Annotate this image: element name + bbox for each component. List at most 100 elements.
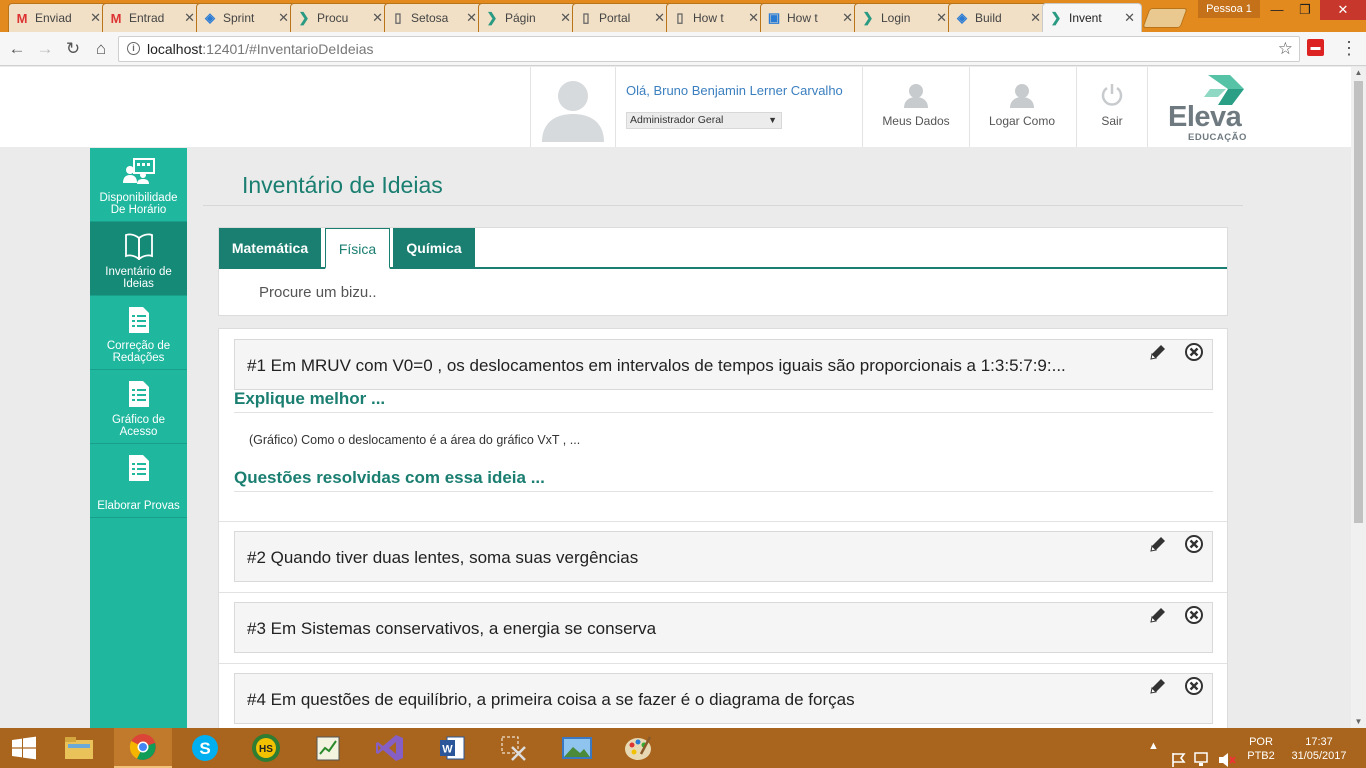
role-select[interactable]: Administrador Geral ▼ xyxy=(626,112,782,129)
close-tab-icon[interactable]: ✕ xyxy=(278,10,289,26)
close-tab-icon[interactable]: ✕ xyxy=(184,10,195,26)
idea-header[interactable]: #3 Em Sistemas conservativos, a energia … xyxy=(234,602,1213,653)
sidebar-item-access-chart[interactable]: Gráfico de Acesso xyxy=(90,370,187,444)
browser-tab[interactable]: M Entrad ✕ xyxy=(102,3,202,32)
folder-icon xyxy=(65,737,93,759)
browser-tab[interactable]: ❯ Login ✕ xyxy=(854,3,954,32)
tab-fisica[interactable]: Física xyxy=(325,228,390,269)
open-book-icon xyxy=(124,233,153,260)
close-tab-icon[interactable]: ✕ xyxy=(372,10,383,26)
chrome-menu-icon[interactable]: ⋮ xyxy=(1340,38,1358,58)
taskbar-app-word[interactable]: W xyxy=(423,728,481,768)
search-input[interactable] xyxy=(219,269,1227,315)
taskbar-app-visual-studio[interactable] xyxy=(361,728,419,768)
header-divider xyxy=(1076,67,1077,147)
show-hidden-icons[interactable]: ▲ xyxy=(1148,740,1159,768)
close-tab-icon[interactable]: ✕ xyxy=(654,10,665,26)
close-tab-icon[interactable]: ✕ xyxy=(560,10,571,26)
logout-button[interactable]: Sair xyxy=(1086,82,1138,128)
tab-matematica[interactable]: Matemática xyxy=(219,228,321,268)
gmail-icon: M xyxy=(16,10,28,26)
maximize-button[interactable]: ❐ xyxy=(1290,0,1320,20)
scroll-down-icon[interactable]: ▼ xyxy=(1351,716,1366,728)
app-header: Olá, Bruno Benjamin Lerner Carvalho Admi… xyxy=(0,67,1351,147)
scrollbar-thumb[interactable] xyxy=(1354,81,1363,523)
svg-text:HS: HS xyxy=(259,744,273,755)
browser-tab-active[interactable]: ❯ Invent ✕ xyxy=(1042,3,1142,32)
taskbar-app-photos[interactable] xyxy=(548,728,606,768)
sidebar-item-ideas-inventory[interactable]: Inventário de Ideias xyxy=(90,222,187,296)
browser-tab[interactable]: ▯ Portal ✕ xyxy=(572,3,672,32)
windows-logo-icon xyxy=(12,736,36,760)
taskbar-app-paint[interactable] xyxy=(609,728,667,768)
profile-button[interactable]: Pessoa 1 xyxy=(1198,0,1260,18)
close-tab-icon[interactable]: ✕ xyxy=(90,10,101,26)
bookmark-star-icon[interactable]: ☆ xyxy=(1278,37,1293,61)
close-tab-icon[interactable]: ✕ xyxy=(748,10,759,26)
close-tab-icon[interactable]: ✕ xyxy=(1030,10,1041,26)
sidebar-item-build-exams[interactable]: Elaborar Provas xyxy=(90,444,187,518)
browser-tab[interactable]: ▯ How t ✕ xyxy=(666,3,766,32)
browser-tab[interactable]: ▯ Setosa ✕ xyxy=(384,3,484,32)
close-tab-icon[interactable]: ✕ xyxy=(936,10,947,26)
remove-circle-icon[interactable] xyxy=(1184,342,1204,362)
idea-header[interactable]: #1 Em MRUV com V0=0 , os deslocamentos e… xyxy=(234,339,1213,390)
action-center-flag-icon[interactable] xyxy=(1170,740,1188,768)
new-tab-button[interactable] xyxy=(1142,8,1188,28)
close-tab-icon[interactable]: ✕ xyxy=(842,10,853,26)
header-divider xyxy=(969,67,970,147)
pencil-icon[interactable] xyxy=(1148,676,1168,696)
paint-palette-icon xyxy=(625,736,652,760)
idea-header[interactable]: #2 Quando tiver duas lentes, soma suas v… xyxy=(234,531,1213,582)
start-button[interactable] xyxy=(0,728,48,768)
back-icon[interactable]: ← xyxy=(5,37,29,61)
visual-studio-icon xyxy=(376,735,403,761)
forward-icon[interactable]: → xyxy=(33,37,57,61)
home-icon[interactable]: ⌂ xyxy=(89,37,113,61)
sidebar-item-availability[interactable]: Disponibilidade De Horário xyxy=(90,148,187,222)
close-tab-icon[interactable]: ✕ xyxy=(1124,10,1135,26)
login-as-button[interactable]: Logar Como xyxy=(978,82,1066,128)
svg-text:S: S xyxy=(199,739,210,758)
browser-tab[interactable]: ▣ How t ✕ xyxy=(760,3,860,32)
address-bar[interactable]: i localhost:12401/#InventarioDeIdeias ☆ xyxy=(118,36,1300,62)
page-icon: ▯ xyxy=(394,10,402,25)
browser-tab[interactable]: ◈ Sprint ✕ xyxy=(196,3,296,32)
minimize-button[interactable]: — xyxy=(1262,0,1292,20)
pencil-icon[interactable] xyxy=(1148,342,1168,362)
sidebar-item-essay-correction[interactable]: Correção de Redações xyxy=(90,296,187,370)
skype-icon: S xyxy=(192,735,218,761)
network-icon[interactable] xyxy=(1194,740,1212,768)
taskbar-app-editor[interactable] xyxy=(299,728,357,768)
input-language[interactable]: POR PTB2 xyxy=(1247,735,1275,768)
chevron-icon: ❯ xyxy=(486,10,498,25)
close-window-button[interactable]: ✕ xyxy=(1320,0,1366,20)
taskbar-app-hs[interactable]: HS xyxy=(237,728,295,768)
scroll-up-icon[interactable]: ▲ xyxy=(1351,67,1366,79)
taskbar-app-skype[interactable]: S xyxy=(176,728,234,768)
browser-tab[interactable]: ❯ Procu ✕ xyxy=(290,3,390,32)
pencil-icon[interactable] xyxy=(1148,534,1168,554)
close-tab-icon[interactable]: ✕ xyxy=(466,10,477,26)
tab-quimica[interactable]: Química xyxy=(393,228,475,268)
browser-tab[interactable]: ◈ Build ✕ xyxy=(948,3,1048,32)
clock[interactable]: 17:37 31/05/2017 xyxy=(1288,735,1350,768)
info-icon[interactable]: i xyxy=(127,42,140,55)
extension-icon[interactable]: ▬ xyxy=(1307,39,1324,56)
taskbar-app-chrome[interactable] xyxy=(114,728,172,768)
reload-icon[interactable]: ↻ xyxy=(61,37,85,61)
remove-circle-icon[interactable] xyxy=(1184,605,1204,625)
volume-muted-icon[interactable] xyxy=(1218,740,1236,768)
idea-header[interactable]: #4 Em questões de equilíbrio, a primeira… xyxy=(234,673,1213,724)
pencil-icon[interactable] xyxy=(1148,605,1168,625)
remove-circle-icon[interactable] xyxy=(1184,676,1204,696)
taskbar-app-explorer[interactable] xyxy=(50,728,108,768)
remove-circle-icon[interactable] xyxy=(1184,534,1204,554)
taskbar-app-snipping[interactable] xyxy=(484,728,542,768)
my-data-button[interactable]: Meus Dados xyxy=(872,82,960,128)
browser-tab[interactable]: M Enviad ✕ xyxy=(8,3,108,32)
page-scrollbar[interactable]: ▲ ▼ xyxy=(1351,67,1366,728)
browser-tab[interactable]: ❯ Págin ✕ xyxy=(478,3,578,32)
chevron-icon: ❯ xyxy=(298,10,310,25)
subject-panel: Matemática Física Química xyxy=(218,227,1228,316)
